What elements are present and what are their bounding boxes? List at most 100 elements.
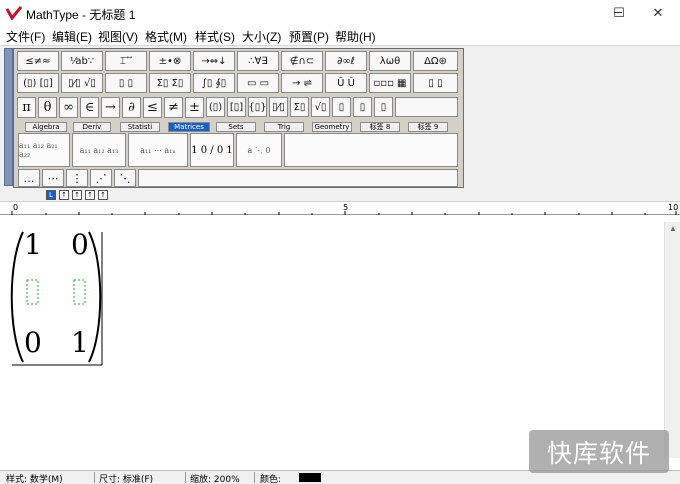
vertical-ellipsis-button[interactable]: ⋮ — [66, 169, 88, 187]
infinity-symbol-button[interactable]: ∞ — [59, 97, 78, 118]
tab-9[interactable]: 标签 9 — [408, 122, 448, 132]
matrix-mxn-template[interactable]: a₁₁ ⋯ a₁ₙ — [128, 133, 188, 167]
integral-templates-button[interactable]: ∫▯ ∮▯ — [193, 73, 235, 93]
theta-symbol-button[interactable]: θ — [38, 97, 57, 118]
matrix-2x2-template[interactable]: a₁₁ a₁₂ a₂₁ a₂₂ — [18, 133, 70, 167]
empty-slot[interactable] — [395, 97, 458, 117]
matrix-equation — [10, 231, 103, 366]
up-diagonal-ellipsis-button[interactable]: ⋰ — [90, 169, 112, 187]
summation-templates-button[interactable]: Σ▯ Σ▯ — [149, 73, 191, 93]
tab-statistics[interactable]: Statisti — [120, 122, 160, 132]
box-templates-button[interactable]: ▯ ▯ — [413, 73, 458, 93]
tab-algebra[interactable]: Algebra — [25, 122, 67, 132]
ruler-ticks — [11, 211, 677, 215]
partial-symbol-button[interactable]: ∂ — [122, 97, 141, 118]
ruler[interactable]: 0 5 10 — [0, 201, 680, 215]
size-subscript-button[interactable]: ↑ — [59, 190, 69, 200]
subscript-templates-button[interactable]: ▯ ▯ — [105, 73, 147, 93]
vertical-scrollbar[interactable]: ▲ — [664, 222, 680, 458]
watermark-badge: 快库软件 — [529, 430, 669, 473]
matrix-3x3-template[interactable]: a₁₁ a₁₂ a₁₃ — [72, 133, 126, 167]
status-size: 尺寸: 标准(F) — [99, 475, 154, 484]
braces-template-button[interactable]: {▯} — [248, 97, 267, 117]
radical-template-button[interactable]: √▯ — [311, 97, 330, 117]
tab-geometry[interactable]: Geometry — [312, 122, 352, 132]
close-button[interactable]: ✕ — [640, 0, 676, 27]
not-equal-symbol-button[interactable]: ≠ — [164, 97, 183, 118]
pi-symbol-button[interactable]: π — [17, 97, 36, 118]
down-diagonal-ellipsis-button[interactable]: ⋱ — [114, 169, 136, 187]
size-full-button[interactable]: L — [46, 190, 56, 200]
tab-trig[interactable]: Trig — [264, 122, 304, 132]
matrix-cell[interactable]: 1 — [24, 228, 42, 261]
status-divider — [254, 472, 255, 483]
menu-preferences[interactable]: 预置(P) — [289, 28, 329, 45]
size-symbol-button[interactable]: ↑ — [85, 190, 95, 200]
greek-lower-palette-button[interactable]: λωθ — [369, 51, 411, 71]
tab-sets[interactable]: Sets — [216, 122, 256, 132]
toolbar-grip[interactable] — [4, 48, 13, 186]
logic-palette-button[interactable]: ∴∀∃ — [237, 51, 279, 71]
menu-style[interactable]: 样式(S) — [195, 28, 235, 45]
fraction-template-button[interactable]: ▯⁄▯ — [269, 97, 288, 117]
less-equal-symbol-button[interactable]: ≤ — [143, 97, 162, 118]
greek-upper-palette-button[interactable]: ΔΩ⊛ — [413, 51, 458, 71]
labeled-arrow-templates-button[interactable]: → ⇌ — [281, 73, 323, 93]
identity-matrix-template[interactable]: 1 0 / 0 1 — [190, 133, 234, 167]
empty-template-area[interactable] — [284, 133, 458, 167]
ruler-mark-10: 10 — [668, 203, 679, 212]
matrix-cell[interactable]: 0 — [71, 228, 89, 261]
tab-derivs[interactable]: Deriv — [73, 122, 111, 132]
menu-file[interactable]: 文件(F) — [6, 28, 45, 45]
menu-view[interactable]: 视图(V) — [98, 28, 138, 45]
ellipsis-baseline-button[interactable]: … — [18, 169, 40, 187]
size-sub-subscript-button[interactable]: ↑ — [72, 190, 82, 200]
ruler-mark-0: 0 — [13, 203, 19, 212]
symbol-palette-panel: ≤≠≈ ⅟ab∵ ⌶ ⃗ ⃗ ±•⊗ →⇔↓ ∴∀∃ ∉∩⊂ ∂∞ℓ λωθ Δ… — [13, 48, 464, 188]
sub-superscript-template-button[interactable]: ▯ — [374, 97, 393, 117]
status-divider — [94, 472, 95, 483]
relations-palette-button[interactable]: ≤≠≈ — [17, 51, 59, 71]
tab-8[interactable]: 标签 8 — [360, 122, 400, 132]
equation-editor[interactable]: 1 0 0 1 — [4, 222, 664, 456]
fence-templates-button[interactable]: (▯) [▯] — [17, 73, 59, 93]
empty-slot-placeholder[interactable] — [26, 279, 39, 305]
status-divider — [185, 472, 186, 483]
size-sub-symbol-button[interactable]: ↑ — [98, 190, 108, 200]
matrix-templates-button[interactable]: ▫▫▫ ▦ — [369, 73, 411, 93]
arrow-right-symbol-button[interactable]: → — [101, 97, 120, 118]
menu-help[interactable]: 帮助(H) — [335, 28, 376, 45]
tab-matrices[interactable]: Matrices — [168, 122, 210, 132]
maximize-button[interactable]: ☐ — [601, 0, 637, 27]
products-templates-button[interactable]: Ū Ǔ — [325, 73, 367, 93]
left-paren — [10, 231, 24, 363]
window-title: MathType - 无标题 1 — [26, 8, 136, 22]
sum-template-button[interactable]: Σ▯ — [290, 97, 309, 117]
spaces-palette-button[interactable]: ⅟ab∵ — [61, 51, 103, 71]
fraction-radical-templates-button[interactable]: ▯⁄▯ √▯ — [61, 73, 103, 93]
empty-dots-area[interactable] — [138, 169, 458, 187]
operators-palette-button[interactable]: ±•⊗ — [149, 51, 191, 71]
subscript-template-button[interactable]: ▯ — [353, 97, 372, 117]
parentheses-template-button[interactable]: (▯) — [206, 97, 225, 117]
ellipsis-centered-button[interactable]: ⋯ — [42, 169, 64, 187]
scroll-up-icon[interactable]: ▲ — [669, 224, 677, 233]
set-theory-palette-button[interactable]: ∉∩⊂ — [281, 51, 323, 71]
underbar-templates-button[interactable]: ▭ ▭ — [237, 73, 279, 93]
title-bar: MathType - 无标题 1 ─ ☐ ✕ — [0, 0, 680, 27]
empty-slot-placeholder[interactable] — [73, 279, 86, 305]
menu-format[interactable]: 格式(M) — [145, 28, 187, 45]
diagonal-matrix-template[interactable]: a ⋱ 0 — [236, 133, 282, 167]
brackets-template-button[interactable]: [▯] — [227, 97, 246, 117]
menu-edit[interactable]: 编辑(E) — [52, 28, 92, 45]
matrix-cell[interactable]: 1 — [71, 326, 89, 359]
superscript-template-button[interactable]: ▯ — [332, 97, 351, 117]
menu-size[interactable]: 大小(Z) — [242, 28, 281, 45]
color-swatch[interactable] — [299, 473, 321, 482]
embellishments-palette-button[interactable]: ⌶ ⃗ ⃗ — [105, 51, 147, 71]
misc-symbols-palette-button[interactable]: ∂∞ℓ — [325, 51, 367, 71]
plus-minus-symbol-button[interactable]: ± — [185, 97, 204, 118]
element-of-symbol-button[interactable]: ∈ — [80, 97, 99, 118]
arrows-palette-button[interactable]: →⇔↓ — [193, 51, 235, 71]
matrix-cell[interactable]: 0 — [24, 326, 42, 359]
